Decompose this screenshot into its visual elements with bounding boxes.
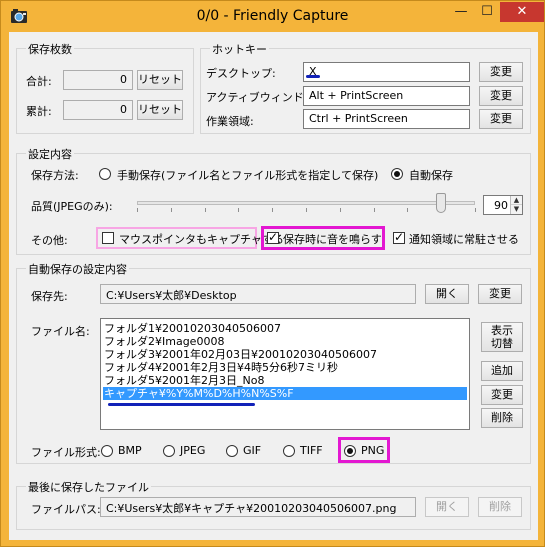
last-saved-delete-button[interactable]: 削除 [478, 497, 522, 517]
capture-mouse-checkbox[interactable] [102, 232, 114, 244]
file-format-label: ファイル形式: [31, 446, 101, 459]
sound-on-save-checkbox[interactable] [267, 230, 279, 244]
slider-tick [475, 208, 476, 212]
destination-change-button[interactable]: 変更 [478, 284, 522, 304]
save-destination-label: 保存先: [31, 290, 68, 303]
last-saved-path-field: C:¥Users¥太郎¥キャプチャ¥20010203040506007.png [100, 497, 416, 517]
last-saved-title: 最後に保存したファイル [26, 479, 151, 495]
format-jpeg-label[interactable]: JPEG [180, 444, 205, 457]
hotkey-active-window-change-button[interactable]: 変更 [479, 86, 523, 106]
format-png-label[interactable]: PNG [361, 444, 384, 457]
total-reset-button[interactable]: リセット [137, 70, 183, 90]
cumulative-label: 累計: [26, 105, 52, 118]
format-tiff-label[interactable]: TIFF [300, 444, 323, 457]
destination-open-button[interactable]: 開く [425, 284, 469, 304]
format-bmp-radio[interactable] [101, 445, 113, 457]
format-bmp-label[interactable]: BMP [118, 444, 142, 457]
format-gif-label[interactable]: GIF [243, 444, 261, 457]
spin-up-arrow-icon[interactable]: ▲ [511, 196, 522, 205]
filename-list[interactable]: フォルダ1¥20010203040506007 フォルダ2¥Image0008 … [100, 318, 470, 430]
auto-save-title: 自動保存の設定内容 [26, 261, 129, 277]
format-tiff-radio[interactable] [283, 445, 295, 457]
manual-save-label[interactable]: 手動保存(ファイル名とファイル形式を指定して保存) [117, 167, 378, 183]
cumulative-reset-button[interactable]: リセット [137, 100, 183, 120]
filename-label: ファイル名: [31, 325, 90, 338]
close-button[interactable]: ✕ [500, 2, 544, 22]
quality-label: 品質(JPEGのみ): [31, 200, 113, 213]
slider-tick [238, 208, 239, 212]
filename-list-item-selected[interactable]: キャプチャ¥%Y%M%D%H%N%S%F [103, 387, 467, 400]
save-destination-field: C:¥Users¥太郎¥Desktop [100, 284, 416, 304]
slider-tick [407, 208, 408, 212]
filename-edit-button[interactable]: 変更 [481, 385, 523, 405]
tray-resident-label[interactable]: 通知領域に常駐させる [409, 231, 519, 247]
title-bar[interactable]: 0/0 - Friendly Capture — ☐ ✕ [1, 1, 544, 32]
maximize-button[interactable]: ☐ [474, 2, 500, 22]
display-toggle-label-line1: 表示 [491, 324, 513, 337]
quality-slider-track[interactable] [137, 201, 475, 205]
save-count-group: 保存枚数 [16, 41, 194, 134]
filename-delete-button[interactable]: 削除 [481, 408, 523, 428]
spin-down-arrow-icon[interactable]: ▼ [511, 205, 522, 214]
filename-list-item[interactable]: フォルダ2¥Image0008 [103, 335, 467, 348]
hotkey-desktop-change-button[interactable]: 変更 [479, 62, 523, 82]
hotkey-work-area-change-button[interactable]: 変更 [479, 109, 523, 129]
format-jpeg-radio[interactable] [163, 445, 175, 457]
format-gif-radio[interactable] [226, 445, 238, 457]
manual-save-radio[interactable] [99, 168, 111, 180]
total-label: 合計: [26, 75, 52, 88]
slider-tick [374, 208, 375, 212]
hotkey-work-area-label: 作業領域: [206, 115, 254, 128]
last-saved-open-button[interactable]: 開く [425, 497, 469, 517]
filename-add-button[interactable]: 追加 [481, 361, 523, 381]
file-path-label: ファイルパス: [31, 503, 101, 516]
display-toggle-button[interactable]: 表示 切替 [481, 322, 523, 352]
auto-save-label[interactable]: 自動保存 [409, 167, 453, 183]
capture-mouse-label[interactable]: マウスポインタもキャプチャする [119, 231, 284, 247]
hotkey-work-area-field[interactable]: Ctrl + PrintScreen [303, 109, 470, 129]
hotkey-title: ホットキー [210, 41, 269, 57]
filename-list-item[interactable]: フォルダ3¥2001年02月03日¥20010203040506007 [103, 348, 467, 361]
slider-tick [205, 208, 206, 212]
quality-slider-thumb[interactable] [436, 193, 446, 213]
save-count-title: 保存枚数 [26, 41, 74, 57]
tray-resident-checkbox[interactable] [393, 230, 405, 244]
slider-tick [340, 208, 341, 212]
format-png-radio[interactable] [344, 445, 356, 457]
blue-underline-annotation [306, 75, 320, 78]
filename-list-item[interactable]: フォルダ5¥2001年2月3日_No8 [103, 374, 467, 387]
client-area: 保存枚数 合計: 0 リセット 累計: 0 リセット ホットキー デスクトップ:… [9, 32, 538, 540]
minimize-button[interactable]: — [448, 2, 474, 22]
save-method-label: 保存方法: [31, 169, 79, 182]
slider-tick [171, 208, 172, 212]
blue-underline-annotation [108, 403, 255, 406]
hotkey-desktop-label: デスクトップ: [206, 67, 276, 80]
hotkey-active-window-field[interactable]: Alt + PrintScreen [303, 86, 470, 106]
total-count-field: 0 [63, 70, 133, 90]
hotkey-active-window-label: アクティブウィンドウ: [206, 91, 319, 104]
hotkey-desktop-field[interactable]: X [303, 62, 470, 82]
cumulative-count-field: 0 [63, 100, 133, 120]
slider-tick [272, 208, 273, 212]
filename-list-item[interactable]: フォルダ4¥2001年2月3日¥4時5分6秒7ミリ秒 [103, 361, 467, 374]
auto-save-radio[interactable] [391, 168, 403, 180]
display-toggle-label-line2: 切替 [491, 337, 513, 350]
sound-on-save-label[interactable]: 保存時に音を鳴らす [283, 231, 382, 247]
settings-title: 設定内容 [26, 146, 74, 162]
slider-tick [137, 208, 138, 212]
quality-spin-buttons: ▲ ▼ [510, 196, 522, 214]
quality-spinbox[interactable]: 90 ▲ ▼ [483, 195, 523, 215]
quality-value[interactable]: 90 [488, 199, 508, 212]
slider-tick [306, 208, 307, 212]
other-label: その他: [31, 234, 68, 247]
app-window: 0/0 - Friendly Capture — ☐ ✕ 保存枚数 合計: 0 … [0, 0, 545, 547]
filename-list-item[interactable]: フォルダ1¥20010203040506007 [103, 322, 467, 335]
